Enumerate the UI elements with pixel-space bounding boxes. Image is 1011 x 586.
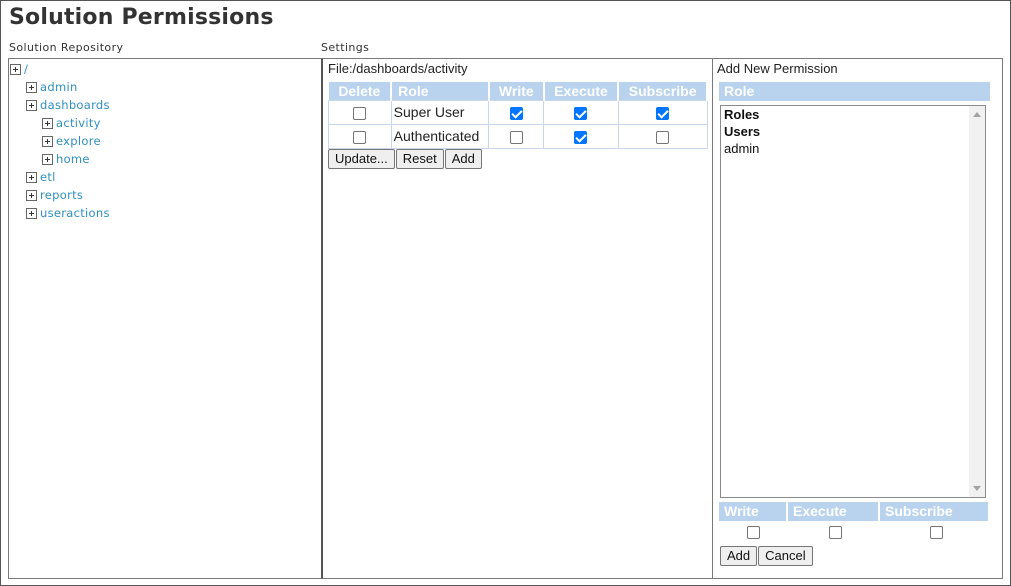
- expand-icon[interactable]: [26, 171, 37, 183]
- role-listbox[interactable]: Roles Users admin: [720, 105, 986, 498]
- expand-icon[interactable]: [42, 135, 53, 147]
- tree-node-label[interactable]: home: [56, 152, 90, 166]
- expand-icon[interactable]: [26, 81, 37, 93]
- delete-checkbox[interactable]: [353, 130, 367, 144]
- expand-icon[interactable]: [26, 207, 37, 219]
- list-item[interactable]: Roles: [721, 106, 985, 123]
- window-frame: Solution Permissions Solution Repository…: [0, 0, 1011, 586]
- file-path: File:/dashboards/activity: [328, 61, 468, 76]
- tree-node-explore[interactable]: explore: [42, 133, 101, 149]
- tree-node-label[interactable]: useractions: [40, 206, 110, 220]
- new-subscribe-checkbox[interactable]: [930, 526, 943, 539]
- scroll-down-arrow-icon[interactable]: [973, 486, 981, 491]
- new-execute-checkbox[interactable]: [829, 526, 842, 539]
- add-permission-title: Add New Permission: [717, 61, 838, 76]
- tree-node-label[interactable]: admin: [40, 80, 78, 94]
- update-button[interactable]: Update...: [328, 149, 395, 169]
- new-permission-headers: Write Execute Subscribe: [719, 502, 990, 521]
- execute-checkbox[interactable]: [574, 106, 588, 120]
- tree-node-label[interactable]: activity: [56, 116, 101, 130]
- role-list-scrollbar[interactable]: [969, 106, 985, 497]
- permissions-table: Delete Role Write Execute Subscribe Supe…: [328, 82, 708, 149]
- tree-node-label[interactable]: dashboards: [40, 98, 110, 112]
- column-header-delete: Delete: [328, 82, 393, 100]
- new-subscribe-header: Subscribe: [880, 502, 988, 521]
- expand-icon[interactable]: [26, 189, 37, 201]
- write-checkbox[interactable]: [509, 106, 523, 120]
- solution-repository-label: Solution Repository: [9, 41, 124, 54]
- tree-node-useractions[interactable]: useractions: [26, 205, 110, 221]
- add-button[interactable]: Add: [444, 149, 482, 169]
- new-execute-header: Execute: [788, 502, 878, 521]
- tree-node-label[interactable]: etl: [40, 170, 56, 184]
- tree-node-etl[interactable]: etl: [26, 169, 56, 185]
- tree-node-dashboards[interactable]: dashboards: [26, 97, 110, 113]
- column-header-role: Role: [391, 82, 490, 100]
- subscribe-checkbox[interactable]: [656, 130, 670, 144]
- expand-icon[interactable]: [42, 153, 53, 165]
- column-header-subscribe: Subscribe: [618, 82, 708, 100]
- expand-icon[interactable]: [42, 117, 53, 129]
- column-header-write: Write: [488, 82, 545, 100]
- scroll-up-arrow-icon[interactable]: [973, 112, 981, 117]
- reset-button[interactable]: Reset: [395, 149, 444, 169]
- repository-tree-panel: / admin dashboards activity explore home…: [8, 58, 322, 579]
- tree-node-reports[interactable]: reports: [26, 187, 83, 203]
- tree-node-home[interactable]: home: [42, 151, 90, 167]
- settings-button-row: Update... Reset Add: [328, 149, 482, 169]
- role-cell: Authenticated: [390, 123, 490, 149]
- tree-node-activity[interactable]: activity: [42, 115, 101, 131]
- list-item[interactable]: Users: [721, 123, 985, 140]
- execute-checkbox[interactable]: [574, 130, 588, 144]
- add-permission-button-row: Add Cancel: [720, 546, 813, 566]
- add-permission-panel: Add New Permission Role Roles Users admi…: [712, 58, 1003, 579]
- role-cell: Super User: [390, 99, 490, 125]
- table-row: Super User: [328, 99, 708, 125]
- table-row: Authenticated: [328, 123, 708, 149]
- tree-node-admin[interactable]: admin: [26, 79, 78, 95]
- role-list-header: Role: [719, 82, 990, 101]
- tree-node-label[interactable]: explore: [56, 134, 101, 148]
- page-title: Solution Permissions: [9, 5, 274, 30]
- list-item[interactable]: admin: [721, 140, 985, 157]
- write-checkbox[interactable]: [509, 130, 523, 144]
- expand-icon[interactable]: [26, 99, 37, 111]
- add-permission-button[interactable]: Add: [720, 546, 758, 566]
- settings-label: Settings: [321, 41, 370, 54]
- tree-node-label[interactable]: reports: [40, 188, 83, 202]
- cancel-button[interactable]: Cancel: [758, 546, 813, 566]
- tree-node-label[interactable]: /: [24, 62, 28, 76]
- tree-node-root[interactable]: /: [10, 61, 28, 77]
- new-write-checkbox[interactable]: [747, 526, 760, 539]
- new-write-header: Write: [719, 502, 786, 521]
- settings-panel: File:/dashboards/activity Delete Role Wr…: [321, 58, 713, 579]
- expand-icon[interactable]: [10, 63, 21, 75]
- subscribe-checkbox[interactable]: [656, 106, 670, 120]
- delete-checkbox[interactable]: [353, 106, 367, 120]
- permissions-header-row: Delete Role Write Execute Subscribe: [328, 82, 708, 100]
- column-header-execute: Execute: [543, 82, 620, 100]
